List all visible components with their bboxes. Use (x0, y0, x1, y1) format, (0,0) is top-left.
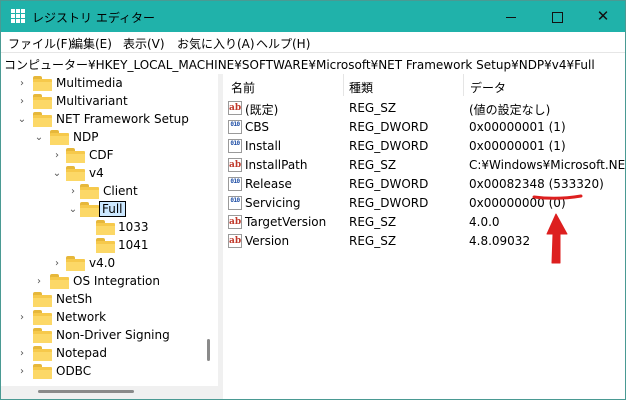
red-arrow-icon (546, 213, 568, 264)
registry-editor-window: レジストリ エディター ✕ ファイル(F) 編集(E) 表示(V) お気に入り(… (0, 0, 626, 400)
hand-drawn-annotation (532, 194, 583, 264)
red-underline (532, 194, 583, 200)
